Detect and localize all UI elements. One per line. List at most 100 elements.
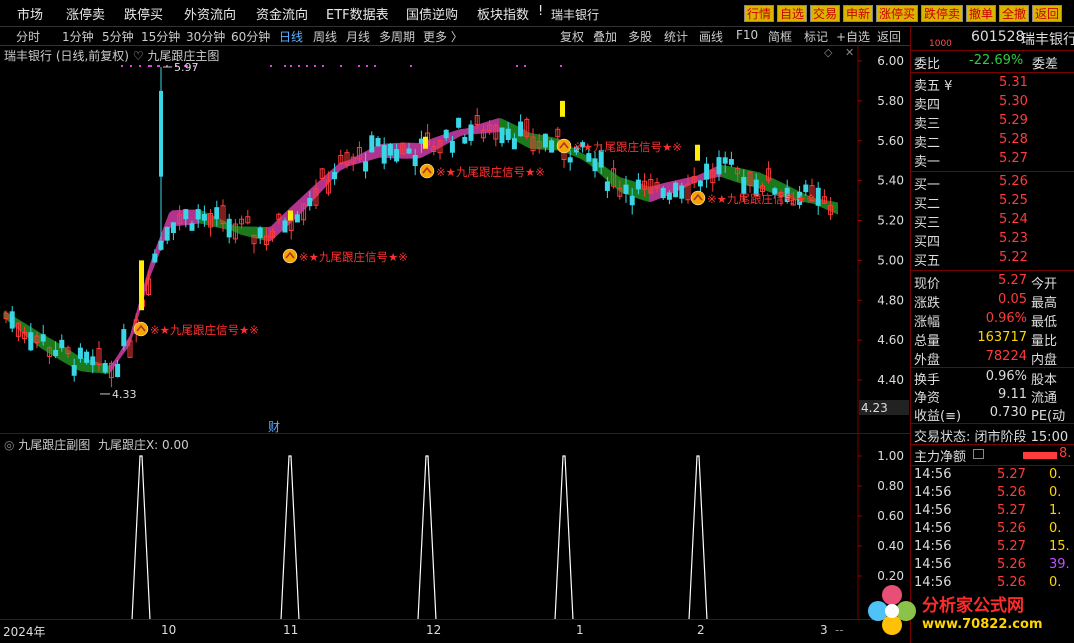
btn-back-top[interactable]: 返回 bbox=[1032, 5, 1063, 22]
tool-add-watchlist[interactable]: +自选 bbox=[836, 28, 870, 45]
order-book-sell-row[interactable]: 卖四 5.30 bbox=[911, 94, 1074, 113]
main-net-label: 主力净额 bbox=[914, 450, 967, 465]
order-book-sell-row[interactable]: 卖一 5.27 bbox=[911, 151, 1074, 170]
tick-time: 14:56 bbox=[914, 467, 952, 482]
pulse-spike bbox=[554, 455, 574, 620]
quote-stat-row[interactable]: 现价 5.27 今开 bbox=[911, 273, 1074, 292]
quote-stat2-row[interactable]: 换手 0.96% 股本 bbox=[911, 369, 1074, 388]
close-icon[interactable]: ✕ bbox=[845, 46, 854, 59]
period-more[interactable]: 更多 〉 bbox=[423, 28, 463, 45]
period-1min[interactable]: 1分钟 bbox=[62, 28, 94, 45]
order-book-buy-row[interactable]: 买二 5.25 bbox=[911, 193, 1074, 212]
btn-limit-up-buy[interactable]: 涨停买 bbox=[876, 5, 919, 22]
period-60min[interactable]: 60分钟 bbox=[231, 28, 270, 45]
candle-body bbox=[363, 161, 369, 172]
period-intraday[interactable]: 分时 bbox=[16, 28, 40, 45]
candle-body bbox=[704, 163, 710, 180]
order-book-sell-row[interactable]: 卖五 ¥ 5.31 bbox=[911, 75, 1074, 94]
quote-stat2-row[interactable]: 收益(≡) 0.730 PE(动 bbox=[911, 405, 1074, 424]
period-daily[interactable]: 日线 bbox=[279, 28, 303, 45]
tool-f10[interactable]: F10 bbox=[736, 28, 758, 42]
tool-simple-frame[interactable]: 简框 bbox=[768, 28, 792, 45]
quote-stat2-row[interactable]: 净资 9.11 流通 bbox=[911, 387, 1074, 406]
tick-time: 14:56 bbox=[914, 503, 952, 518]
quote-stat-row[interactable]: 涨幅 0.96% 最低 bbox=[911, 311, 1074, 330]
stat2-label: 收益(≡) bbox=[914, 409, 962, 424]
tick-row[interactable]: 14:56 5.26 39. bbox=[911, 557, 1074, 575]
sell-level-label: 卖三 bbox=[914, 117, 941, 132]
pulse-spike bbox=[688, 455, 708, 620]
candle-body bbox=[28, 332, 34, 351]
btn-cancel-order[interactable]: 撤单 bbox=[966, 5, 997, 22]
menu-limit-down-buy[interactable]: 跌停买 bbox=[124, 4, 163, 23]
menu-etf-table[interactable]: ETF数据表 bbox=[326, 4, 389, 23]
sell-price: 5.31 bbox=[999, 75, 1028, 90]
candle-body bbox=[741, 176, 747, 194]
tick-price: 5.26 bbox=[997, 521, 1026, 536]
tick-row[interactable]: 14:56 5.26 0. bbox=[911, 485, 1074, 503]
signal-dot bbox=[270, 65, 272, 67]
period-5min[interactable]: 5分钟 bbox=[102, 28, 134, 45]
order-book-sell-row[interactable]: 卖三 5.29 bbox=[911, 113, 1074, 132]
watermark-logo: 分析家公式网 www.70822.com bbox=[862, 581, 1074, 643]
tool-multi-stock[interactable]: 多股 bbox=[628, 28, 652, 45]
tick-row[interactable]: 14:56 5.27 0. bbox=[911, 467, 1074, 485]
tick-row[interactable]: 14:56 5.27 15. bbox=[911, 539, 1074, 557]
sub-tick-label: 0.60 bbox=[877, 509, 904, 523]
btn-watchlist[interactable]: 自选 bbox=[777, 5, 808, 22]
btn-quote[interactable]: 行情 bbox=[744, 5, 775, 22]
buy-price: 5.24 bbox=[999, 212, 1028, 227]
flower-logo-icon bbox=[868, 585, 916, 635]
candle-body bbox=[443, 129, 449, 139]
quote-stat-row[interactable]: 总量 163717 量比 bbox=[911, 330, 1074, 349]
tool-draw-line[interactable]: 画线 bbox=[699, 28, 723, 45]
trend-band-segment bbox=[319, 178, 322, 195]
candle-body bbox=[201, 214, 207, 221]
webi-value: -22.69% bbox=[969, 53, 1024, 68]
btn-trade[interactable]: 交易 bbox=[810, 5, 841, 22]
period-30min[interactable]: 30分钟 bbox=[186, 28, 225, 45]
period-weekly[interactable]: 周线 bbox=[313, 28, 337, 45]
period-monthly[interactable]: 月线 bbox=[346, 28, 370, 45]
menu-fund-flow[interactable]: 资金流向 bbox=[256, 4, 308, 23]
tool-mark[interactable]: 标记 bbox=[804, 28, 828, 45]
period-multi[interactable]: 多周期 bbox=[379, 28, 415, 45]
candle-body bbox=[511, 138, 517, 150]
quote-stat-row[interactable]: 涨跌 0.05 最高 bbox=[911, 292, 1074, 311]
menu-limit-up-sell[interactable]: 涨停卖 bbox=[66, 4, 105, 23]
tool-adjust[interactable]: 复权 bbox=[560, 28, 584, 45]
xaxis-label: 11 bbox=[283, 623, 299, 637]
tool-overlay[interactable]: 叠加 bbox=[593, 28, 617, 45]
btn-cancel-all[interactable]: 全撤 bbox=[999, 5, 1030, 22]
tick-time: 14:56 bbox=[914, 539, 952, 554]
candle-body bbox=[673, 182, 679, 198]
quote-stat-row[interactable]: 外盘 78224 内盘 bbox=[911, 349, 1074, 368]
diamond-icon[interactable]: ◇ bbox=[824, 46, 832, 59]
order-book-buy-row[interactable]: 买一 5.26 bbox=[911, 174, 1074, 193]
sub-indicator-chart[interactable]: 1.00 0.80 0.60 0.40 0.20 ◎ 九尾跟庄副图 九尾跟庄X: 0.0… bbox=[0, 433, 910, 620]
tool-back[interactable]: 返回 bbox=[877, 28, 901, 45]
menu-icon[interactable] bbox=[973, 449, 984, 459]
kline-canvas[interactable]: 6.00 5.80 5.60 5.40 5.20 5.00 4.80 4.60 4.40 4.23… bbox=[0, 46, 910, 433]
tick-row[interactable]: 14:56 5.27 1. bbox=[911, 503, 1074, 521]
sub-tick-label: 0.40 bbox=[877, 539, 904, 553]
order-book-buy-row[interactable]: 买五 5.22 bbox=[911, 250, 1074, 269]
tick-price: 5.26 bbox=[997, 557, 1026, 572]
order-book-sell-row[interactable]: 卖二 5.28 bbox=[911, 132, 1074, 151]
sell-price: 5.27 bbox=[999, 151, 1028, 166]
btn-limit-down-sell[interactable]: 跌停卖 bbox=[921, 5, 964, 22]
main-kline-chart[interactable]: 6.00 5.80 5.60 5.40 5.20 5.00 4.80 4.60 4.40 4.23… bbox=[0, 46, 910, 434]
tick-row[interactable]: 14:56 5.26 0. bbox=[911, 521, 1074, 539]
menu-foreign-flow[interactable]: 外资流向 bbox=[184, 4, 236, 23]
order-book-buy-row[interactable]: 买三 5.24 bbox=[911, 212, 1074, 231]
signal-dot bbox=[314, 65, 316, 67]
menu-market[interactable]: 市场 bbox=[17, 4, 43, 23]
order-book-buy-row[interactable]: 买四 5.23 bbox=[911, 231, 1074, 250]
period-15min[interactable]: 15分钟 bbox=[141, 28, 180, 45]
menu-sector-index[interactable]: 板块指数 bbox=[477, 4, 529, 23]
btn-ipo[interactable]: 申新 bbox=[843, 5, 874, 22]
candle-body bbox=[697, 180, 703, 187]
menu-repo[interactable]: 国债逆购 bbox=[406, 4, 458, 23]
candle-body bbox=[728, 159, 734, 165]
tool-stats[interactable]: 统计 bbox=[664, 28, 688, 45]
